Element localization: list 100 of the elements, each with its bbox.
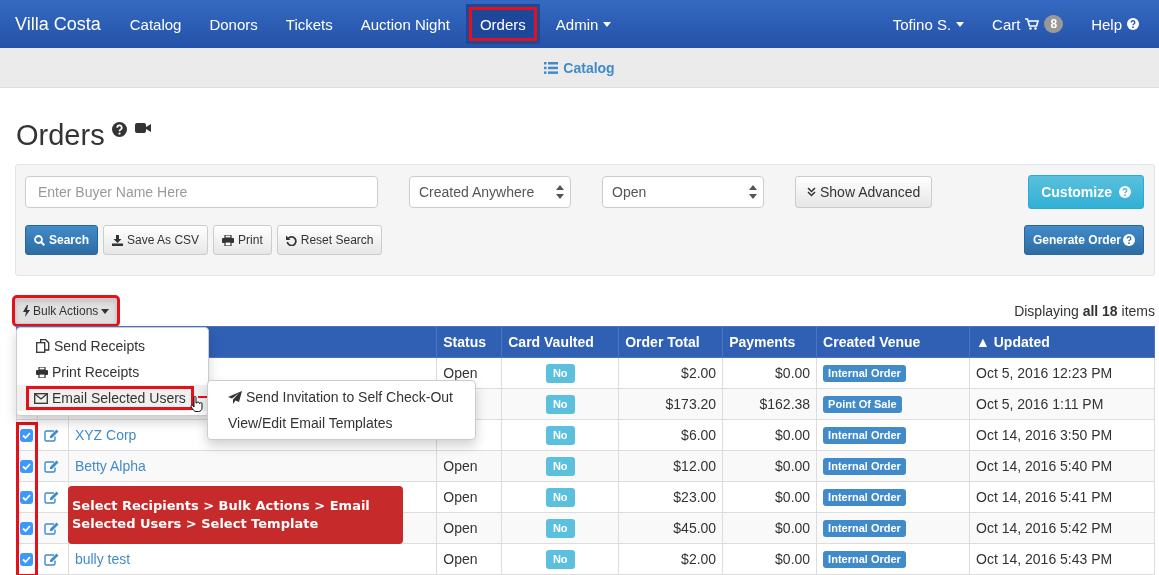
payments-cell: $0.00 (722, 357, 817, 389)
column-header[interactable]: Payments (722, 326, 817, 358)
payments-cell: $162.38 (722, 388, 817, 420)
checkbox[interactable] (20, 428, 34, 442)
caret-icon (956, 21, 965, 27)
select-field[interactable]: Open (602, 176, 764, 208)
edit-icon[interactable] (43, 552, 59, 566)
count-badge: 8 (1044, 15, 1064, 33)
venue-label: Internal Order (823, 520, 906, 537)
card-vaulted-label: No (545, 456, 575, 476)
card-vaulted-label: No (545, 394, 575, 414)
card-vaulted-label: No (545, 518, 575, 538)
help-icon (1119, 186, 1131, 198)
paper-plane-icon (228, 390, 242, 404)
order-total-cell: $45.00 (618, 512, 723, 544)
envelope-icon (34, 392, 48, 404)
select-field[interactable]: Created Anywhere (409, 176, 571, 208)
list-icon (544, 61, 559, 74)
print-icon (222, 234, 235, 246)
edit-icon[interactable] (43, 521, 59, 535)
help-icon (1127, 18, 1139, 30)
payments-cell: $0.00 (722, 419, 817, 451)
search-icon (34, 234, 45, 246)
nav-link[interactable]: Tickets (271, 0, 347, 48)
nav-link[interactable]: Auction Night (346, 0, 464, 48)
menu-item[interactable]: View/Edit Email Templates (208, 410, 475, 436)
undo-icon (285, 234, 297, 246)
show-advanced-button[interactable]: Show Advanced (795, 176, 933, 208)
nav-link[interactable]: Orders (465, 4, 540, 44)
card-vaulted-label: No (545, 425, 575, 445)
edit-icon[interactable] (43, 459, 59, 473)
menu-item[interactable]: Email Selected Users (17, 385, 208, 411)
hand-cursor-icon (190, 396, 203, 412)
order-total-cell: $173.20 (618, 388, 723, 420)
video-camera-icon (134, 122, 151, 134)
checkbox[interactable] (20, 552, 34, 566)
updated-cell: Oct 14, 2016 5:40 PM (969, 450, 1155, 482)
checkbox[interactable] (20, 521, 34, 535)
sort-arrows-icon (556, 185, 564, 199)
payments-cell: $0.00 (722, 543, 817, 575)
updated-cell: Oct 14, 2016 5:43 PM (969, 543, 1155, 575)
nav-link[interactable]: Catalog (115, 0, 196, 48)
card-vaulted-label: No (545, 363, 575, 383)
buyer-link[interactable]: XYZ Corp (74, 427, 137, 443)
updated-cell: Oct 14, 2016 5:42 PM (969, 512, 1155, 544)
status-cell: Open (436, 512, 502, 544)
sort-arrows-icon (749, 185, 757, 199)
venue-label: Internal Order (823, 427, 906, 444)
instruction-callout: Select Recipients > Bulk Actions > Email Selected Users > Select Template (68, 486, 403, 544)
print-button[interactable]: Print (213, 225, 272, 255)
checkbox[interactable] (20, 490, 34, 504)
generate-order-button[interactable]: Generate Order (1023, 225, 1144, 255)
nav-link[interactable]: Admin (541, 0, 626, 48)
edit-icon[interactable] (43, 490, 59, 504)
order-total-cell: $23.00 (618, 481, 723, 513)
nav-link[interactable]: Donors (195, 0, 272, 48)
status-cell: Open (436, 481, 502, 513)
venue-label: Internal Order (823, 551, 906, 568)
order-total-cell: $2.00 (618, 543, 723, 575)
caret-icon (603, 21, 612, 27)
nav-link[interactable]: Tofino S. (878, 0, 979, 48)
card-vaulted-label: No (545, 549, 575, 569)
payments-cell: $0.00 (722, 512, 817, 544)
edit-icon[interactable] (43, 428, 59, 442)
bulk-actions-button[interactable]: Bulk Actions (15, 298, 118, 324)
item-count: Displaying all 18 items (1014, 303, 1155, 319)
menu-item[interactable]: Print Receipts (17, 359, 208, 385)
column-header[interactable]: Created Venue (816, 326, 970, 358)
buyer-name-field[interactable]: Enter Buyer Name Here (25, 176, 378, 208)
double-chevron-icon (807, 187, 816, 197)
venue-label: Internal Order (823, 365, 906, 382)
status-cell: Open (436, 450, 502, 482)
copy-icon (36, 339, 50, 353)
venue-label: Internal Order (823, 489, 906, 506)
status-cell: Open (436, 543, 502, 575)
buyer-link[interactable]: Betty Alpha (74, 458, 146, 474)
print-icon (36, 366, 48, 378)
brand-link[interactable]: Villa Costa (0, 0, 116, 48)
order-total-cell: $2.00 (618, 357, 723, 389)
help-icon (111, 122, 127, 137)
caret-icon (101, 308, 110, 314)
nav-link[interactable]: Cart 8 (978, 0, 1078, 48)
updated-cell: Oct 14, 2016 5:41 PM (969, 481, 1155, 513)
page-title: Orders (16, 118, 105, 152)
venue-label: Internal Order (823, 458, 906, 475)
search-button[interactable]: Search (25, 225, 99, 255)
menu-item[interactable]: Send Receipts (17, 333, 208, 359)
nav-link[interactable]: Help (1077, 0, 1153, 48)
buyer-link[interactable]: bully test (74, 551, 131, 567)
column-header[interactable]: ▲ Updated (969, 326, 1155, 358)
column-header[interactable]: Order Total (618, 326, 723, 358)
checkbox[interactable] (20, 459, 34, 473)
column-header[interactable]: Status (436, 326, 502, 358)
save-csv-button[interactable]: Save As CSV (103, 225, 209, 255)
venue-label: Point Of Sale (823, 396, 902, 413)
order-total-cell: $12.00 (618, 450, 723, 482)
help-icon (1123, 234, 1135, 246)
reset-search-button[interactable]: Reset Search (276, 225, 383, 255)
payments-cell: $0.00 (722, 481, 817, 513)
column-header[interactable]: Card Vaulted (501, 326, 619, 358)
